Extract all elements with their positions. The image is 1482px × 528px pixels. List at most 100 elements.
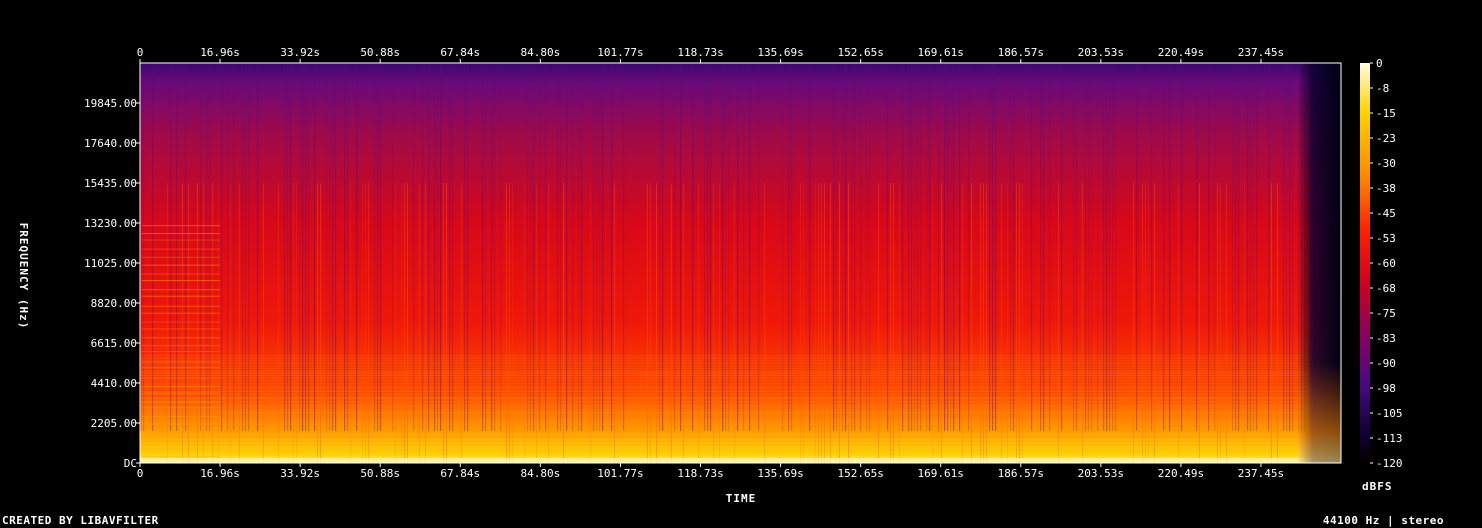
x-tick-label-bottom: 50.88s xyxy=(360,467,400,480)
spectro-band xyxy=(140,365,1311,367)
x-tick-label-top: 135.69s xyxy=(757,46,803,59)
x-tick-label-bottom: 118.73s xyxy=(677,467,723,480)
x-tick-label-top: 50.88s xyxy=(360,46,400,59)
spectro-band xyxy=(140,360,1311,362)
x-tick-label-bottom: 101.77s xyxy=(597,467,643,480)
spectro-band xyxy=(140,424,1311,426)
colorbar-tick-label: -45 xyxy=(1376,207,1396,220)
y-tick-label: DC xyxy=(124,457,137,470)
spectro-intro-line xyxy=(142,401,220,403)
spectro-intro-line xyxy=(142,280,220,282)
x-tick-label-top: 237.45s xyxy=(1238,46,1284,59)
spectro-band xyxy=(140,377,1311,379)
spectro-band xyxy=(140,363,1311,365)
x-tick-label-top: 33.92s xyxy=(280,46,320,59)
spectro-band xyxy=(140,409,1311,411)
y-tick-label: 13230.00 xyxy=(84,217,137,230)
colorbar xyxy=(1360,63,1370,463)
spectro-band xyxy=(140,452,1311,454)
spectro-intro-line xyxy=(142,328,220,330)
spectro-band xyxy=(140,372,1311,374)
spectro-intro-line xyxy=(142,225,220,227)
y-axis: DC 2205.00 4410.00 6615.00 8820.00 11025.00 13… xyxy=(84,97,140,470)
y-tick-label: 15435.00 xyxy=(84,177,137,190)
x-tick-label-top: 101.77s xyxy=(597,46,643,59)
colorbar-tick-label: -113 xyxy=(1376,432,1403,445)
colorbar-tick-label: -120 xyxy=(1376,457,1403,470)
x-tick-label-bottom: 186.57s xyxy=(998,467,1044,480)
spectro-intro-line xyxy=(142,239,220,241)
x-tick-label-bottom: 152.65s xyxy=(837,467,883,480)
colorbar-tick-label: -8 xyxy=(1376,82,1389,95)
x-tick-label-top: 16.96s xyxy=(200,46,240,59)
y-tick-label: 19845.00 xyxy=(84,97,137,110)
colorbar-label: dBFS xyxy=(1362,480,1393,493)
spectro-band xyxy=(140,386,1311,388)
spectro-band xyxy=(140,447,1311,449)
spectro-intro-line xyxy=(142,456,220,458)
spectro-intro-line xyxy=(142,337,220,339)
x-tick-label-top: 203.53s xyxy=(1078,46,1124,59)
spectro-band xyxy=(140,401,1311,402)
spectro-intro-line xyxy=(142,361,220,363)
spectro-band xyxy=(140,446,1311,447)
spectro-band xyxy=(140,455,1311,457)
spectro-band xyxy=(140,427,1311,429)
colorbar-tick-label: -105 xyxy=(1376,407,1403,420)
colorbar-tick-label: -68 xyxy=(1376,282,1396,295)
colorbar-tick-label: -75 xyxy=(1376,307,1396,320)
spectro-dc-band xyxy=(140,458,1311,462)
x-axis-label: TIME xyxy=(726,492,757,505)
spectro-band xyxy=(140,370,1311,372)
spectro-band xyxy=(140,398,1311,400)
x-tick-label-bottom: 169.61s xyxy=(918,467,964,480)
y-tick-label: 2205.00 xyxy=(91,417,137,430)
x-tick-label-bottom: 203.53s xyxy=(1078,467,1124,480)
spectrogram-chart: 0 16.96s 33.92s 50.88s 67.84s 84.80s 101.77s 11… xyxy=(17,46,1403,505)
spectro-intro-line xyxy=(142,392,220,394)
colorbar-tick-label: -53 xyxy=(1376,232,1396,245)
colorbar-tick-label: -23 xyxy=(1376,132,1396,145)
spectro-intro-line xyxy=(142,423,220,425)
x-tick-label-bottom: 67.84s xyxy=(440,467,480,480)
y-tick-label: 17640.00 xyxy=(84,137,137,150)
spectro-band xyxy=(140,383,1311,385)
spectro-intro-line xyxy=(142,385,220,387)
spectro-intro-line xyxy=(142,295,220,297)
colorbar-tick-label: -98 xyxy=(1376,382,1396,395)
spectro-intro-line xyxy=(142,273,220,275)
spectro-intro-line xyxy=(142,416,220,418)
spectro-band xyxy=(140,414,1311,416)
spectro-intro-line xyxy=(142,256,220,258)
footer-left: CREATED BY LIBAVFILTER xyxy=(2,514,159,527)
spectro-band xyxy=(140,388,1311,390)
spectro-intro-line xyxy=(142,351,220,353)
x-tick-label-bottom: 16.96s xyxy=(200,467,240,480)
spectro-intro-line xyxy=(142,431,220,433)
x-tick-label-bottom: 135.69s xyxy=(757,467,803,480)
spectro-intro-line xyxy=(142,321,220,323)
y-tick-label: 4410.00 xyxy=(91,377,137,390)
x-tick-label-top: 186.57s xyxy=(998,46,1044,59)
x-tick-label-top: 0 xyxy=(137,46,144,59)
spectro-band xyxy=(140,404,1311,406)
spectro-intro-line xyxy=(142,377,220,379)
spectro-intro-line xyxy=(142,440,220,442)
spectro-band xyxy=(140,406,1311,408)
x-tick-label-top: 220.49s xyxy=(1158,46,1204,59)
x-axis-top: 0 16.96s 33.92s 50.88s 67.84s 84.80s 101.77s 11… xyxy=(137,46,1284,63)
spectro-band xyxy=(140,412,1311,413)
y-axis-label: FREQUENCY (Hz) xyxy=(17,223,30,330)
spectro-band xyxy=(140,357,1311,359)
spectro-band xyxy=(140,438,1311,440)
x-tick-label-bottom: 220.49s xyxy=(1158,467,1204,480)
x-tick-label-top: 67.84s xyxy=(440,46,480,59)
spectro-intro-line xyxy=(142,248,220,250)
spectro-band xyxy=(140,429,1311,431)
spectro-band xyxy=(140,391,1311,392)
x-tick-label-top: 152.65s xyxy=(837,46,883,59)
spectro-intro-line xyxy=(142,345,220,347)
spectro-intro-line xyxy=(142,305,220,307)
x-axis-bottom: 0 16.96s 33.92s 50.88s 67.84s 84.80s 101.77s 11… xyxy=(137,463,1284,480)
spectro-band xyxy=(140,397,1311,398)
